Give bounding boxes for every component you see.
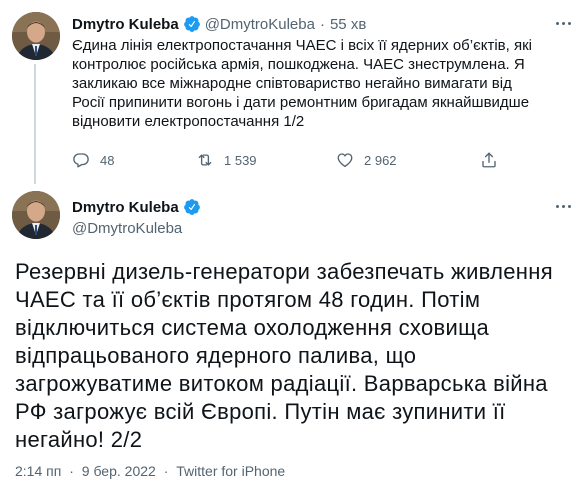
tweet-meta: 2:14 пп · 9 бер. 2022 · Twitter for iPho… — [15, 463, 285, 479]
reply-button[interactable]: 48 — [72, 150, 114, 170]
tweet-date[interactable]: 9 бер. 2022 — [82, 463, 156, 479]
author-name[interactable]: Dmytro Kuleba — [72, 16, 179, 33]
reply-count: 48 — [100, 152, 115, 168]
tweet-time[interactable]: 2:14 пп — [15, 463, 61, 479]
reply-icon — [73, 153, 89, 168]
like-count: 2 962 — [364, 152, 397, 168]
retweet-icon — [198, 154, 212, 166]
tweet-actions: 48 1 539 2 962 — [72, 150, 502, 170]
retweet-count: 1 539 — [224, 152, 257, 168]
tweet-text: Єдина лінія електропостачання ЧАЕС і всі… — [72, 37, 532, 130]
like-button[interactable]: 2 962 — [336, 150, 397, 170]
verified-badge-icon — [183, 198, 201, 216]
separator-dot: · — [69, 463, 74, 479]
heart-icon — [337, 153, 353, 168]
tweet-time[interactable]: 55 хв — [330, 16, 366, 33]
avatar[interactable] — [12, 191, 60, 239]
avatar[interactable] — [12, 12, 60, 60]
thread-line — [34, 64, 36, 184]
author-name[interactable]: Dmytro Kuleba — [72, 199, 179, 216]
retweet-button[interactable]: 1 539 — [196, 150, 257, 170]
more-icon[interactable] — [552, 12, 574, 34]
verified-badge-icon — [183, 15, 201, 33]
author-name-row: Dmytro Kuleba — [72, 198, 205, 216]
share-button[interactable] — [480, 150, 508, 170]
more-icon[interactable] — [552, 195, 574, 217]
tweet-header: Dmytro Kuleba @DmytroKuleba · 55 хв — [72, 14, 366, 34]
share-icon — [482, 152, 496, 168]
tweet-1[interactable]: Dmytro Kuleba @DmytroKuleba · 55 хв Єдин… — [0, 0, 586, 184]
tweet-source-link[interactable]: Twitter for iPhone — [176, 463, 285, 479]
tweet-text: Резервні дизель-генератори забезпечать ж… — [15, 259, 553, 452]
author-handle[interactable]: @DmytroKuleba — [205, 16, 315, 33]
author-handle[interactable]: @DmytroKuleba — [72, 220, 182, 237]
tweet-2[interactable]: Dmytro Kuleba @DmytroKuleba Резервні диз… — [0, 181, 586, 501]
separator-dot: · — [163, 463, 169, 479]
separator-dot: · — [319, 15, 325, 33]
